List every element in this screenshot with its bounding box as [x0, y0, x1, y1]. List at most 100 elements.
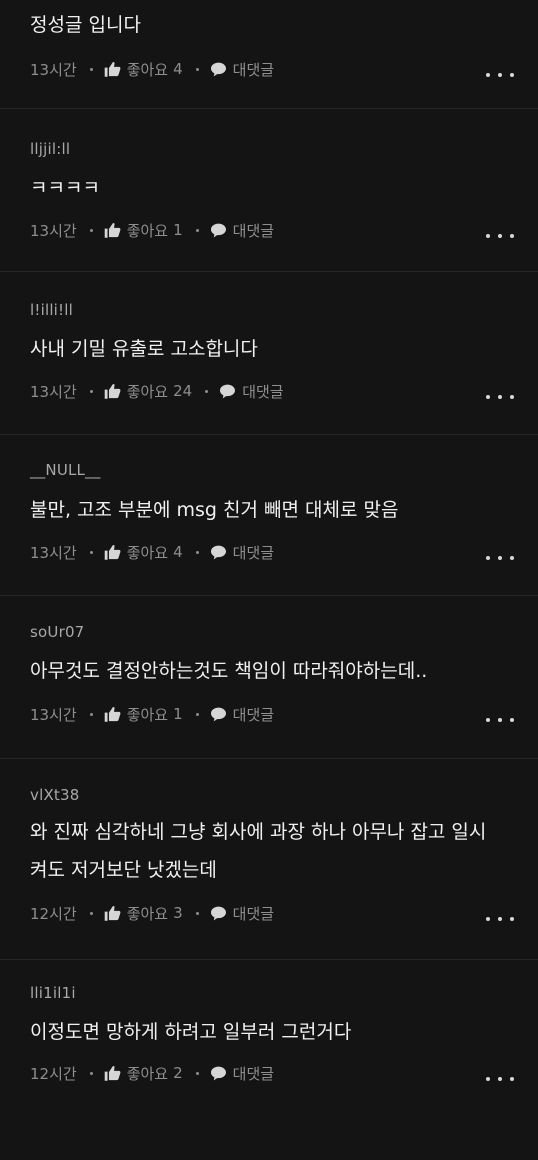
- more-options-button[interactable]: [486, 1072, 514, 1086]
- comment-time: 12시간: [30, 1064, 77, 1083]
- comment-text: 불만, 고조 부분에 msg 친거 빼면 대체로 맞음: [30, 499, 399, 521]
- comment-meta: 13시간 좋아요 1 대댓글: [30, 219, 274, 241]
- thumbs-up-icon: [104, 905, 127, 921]
- more-dots-icon: [486, 556, 490, 560]
- reply-button[interactable]: 대댓글: [210, 542, 274, 563]
- more-options-button[interactable]: [486, 390, 514, 404]
- separator-dot: [89, 712, 93, 716]
- like-label: 좋아요: [126, 382, 169, 401]
- reply-button[interactable]: 대댓글: [210, 1063, 274, 1084]
- comment-text: 아무것도 결정안하는것도 책임이 따라줘야하는데..: [30, 660, 428, 682]
- like-button[interactable]: 좋아요 1: [104, 220, 183, 241]
- reply-label: 대댓글: [232, 543, 275, 562]
- like-count: 4: [173, 543, 183, 561]
- more-options-button[interactable]: [486, 68, 514, 82]
- speech-bubble-icon: [210, 223, 233, 238]
- comment-item: soUr07 아무것도 결정안하는것도 책임이 따라줘야하는데.. 13시간 좋아…: [0, 596, 538, 759]
- like-count: 1: [173, 221, 183, 239]
- like-button[interactable]: 좋아요 4: [104, 542, 183, 563]
- comment-time: 13시간: [30, 705, 77, 724]
- comment-author[interactable]: lli1il1i: [30, 984, 76, 1002]
- comment-list: 정성글 입니다 13시간 좋아요 4 대댓글 lljjil:ll ㅋㅋㅋㅋ 13시…: [0, 0, 538, 1160]
- comment-text: 사내 기밀 유출로 고소합니다: [30, 338, 258, 360]
- like-count: 4: [173, 60, 183, 78]
- separator-dot: [89, 389, 93, 393]
- comment-text: 정성글 입니다: [30, 14, 141, 36]
- like-label: 좋아요: [126, 60, 169, 79]
- reply-label: 대댓글: [232, 904, 275, 923]
- more-options-button[interactable]: [486, 912, 514, 926]
- thumbs-up-icon: [104, 1065, 127, 1081]
- reply-button[interactable]: 대댓글: [210, 704, 274, 725]
- comment-meta: 13시간 좋아요 1 대댓글: [30, 703, 274, 725]
- speech-bubble-icon: [210, 545, 233, 560]
- separator-dot: [89, 1071, 93, 1075]
- comment-time: 13시간: [30, 221, 77, 240]
- comment-text: 이정도면 망하게 하려고 일부러 그런거다: [30, 1021, 352, 1043]
- reply-button[interactable]: 대댓글: [210, 220, 274, 241]
- more-options-button[interactable]: [486, 229, 514, 243]
- comment-author[interactable]: lljjil:ll: [30, 140, 70, 158]
- separator-dot: [195, 911, 199, 915]
- comment-meta: 12시간 좋아요 3 대댓글: [30, 902, 274, 924]
- separator-dot: [89, 550, 93, 554]
- comment-text: 와 진짜 심각하네 그냥 회사에 과장 하나 아무나 잡고 일시켜도 저거보단 …: [30, 821, 487, 881]
- separator-dot: [195, 1071, 199, 1075]
- like-label: 좋아요: [126, 1064, 169, 1083]
- reply-button[interactable]: 대댓글: [210, 59, 274, 80]
- more-dots-icon: [486, 234, 490, 238]
- comment-item: lli1il1i 이정도면 망하게 하려고 일부러 그런거다 12시간 좋아요 2…: [0, 960, 538, 1160]
- separator-dot: [205, 389, 209, 393]
- comment-author[interactable]: l!illi!ll: [30, 301, 73, 319]
- speech-bubble-icon: [210, 1066, 233, 1081]
- thumbs-up-icon: [104, 544, 127, 560]
- speech-bubble-icon: [210, 906, 233, 921]
- separator-dot: [195, 712, 199, 716]
- speech-bubble-icon: [210, 707, 233, 722]
- more-dots-icon: [486, 395, 490, 399]
- separator-dot: [195, 67, 199, 71]
- more-options-button[interactable]: [486, 713, 514, 727]
- like-count: 24: [173, 382, 193, 400]
- comment-time: 13시간: [30, 543, 77, 562]
- thumbs-up-icon: [104, 61, 127, 77]
- like-button[interactable]: 좋아요 1: [104, 704, 183, 725]
- more-dots-icon: [486, 1077, 490, 1081]
- like-count: 3: [173, 904, 183, 922]
- like-label: 좋아요: [126, 705, 169, 724]
- more-dots-icon: [486, 73, 490, 77]
- separator-dot: [195, 228, 199, 232]
- speech-bubble-icon: [210, 62, 233, 77]
- more-dots-icon: [486, 917, 490, 921]
- reply-label: 대댓글: [242, 382, 284, 401]
- comment-item: __NULL__ 불만, 고조 부분에 msg 친거 빼면 대체로 맞음 13시간…: [0, 435, 538, 596]
- comment-author[interactable]: vlXt38: [30, 786, 80, 804]
- like-button[interactable]: 좋아요 3: [104, 903, 183, 924]
- like-button[interactable]: 좋아요 2: [104, 1063, 183, 1084]
- more-dots-icon: [486, 718, 490, 722]
- comment-meta: 13시간 좋아요 4 대댓글: [30, 58, 274, 80]
- like-count: 2: [173, 1064, 183, 1082]
- separator-dot: [89, 67, 93, 71]
- comment-time: 12시간: [30, 904, 77, 923]
- thumbs-up-icon: [104, 222, 127, 238]
- reply-button[interactable]: 대댓글: [210, 903, 274, 924]
- thumbs-up-icon: [104, 383, 127, 399]
- like-label: 좋아요: [126, 221, 169, 240]
- reply-button[interactable]: 대댓글: [219, 381, 284, 402]
- comment-item: 정성글 입니다 13시간 좋아요 4 대댓글: [0, 0, 538, 109]
- comment-item: vlXt38 와 진짜 심각하네 그냥 회사에 과장 하나 아무나 잡고 일시켜도…: [0, 759, 538, 960]
- comment-author[interactable]: soUr07: [30, 623, 84, 641]
- like-button[interactable]: 좋아요 4: [104, 59, 183, 80]
- like-button[interactable]: 좋아요 24: [104, 381, 193, 402]
- comment-author[interactable]: __NULL__: [30, 461, 101, 479]
- comment-item: l!illi!ll 사내 기밀 유출로 고소합니다 13시간 좋아요 24 대댓글: [0, 272, 538, 435]
- more-options-button[interactable]: [486, 551, 514, 565]
- reply-label: 대댓글: [232, 60, 275, 79]
- comment-meta: 12시간 좋아요 2 대댓글: [30, 1062, 274, 1084]
- like-label: 좋아요: [126, 904, 169, 923]
- comment-meta: 13시간 좋아요 24 대댓글: [30, 380, 284, 402]
- comment-meta: 13시간 좋아요 4 대댓글: [30, 541, 274, 563]
- comment-time: 13시간: [30, 382, 77, 401]
- separator-dot: [89, 911, 93, 915]
